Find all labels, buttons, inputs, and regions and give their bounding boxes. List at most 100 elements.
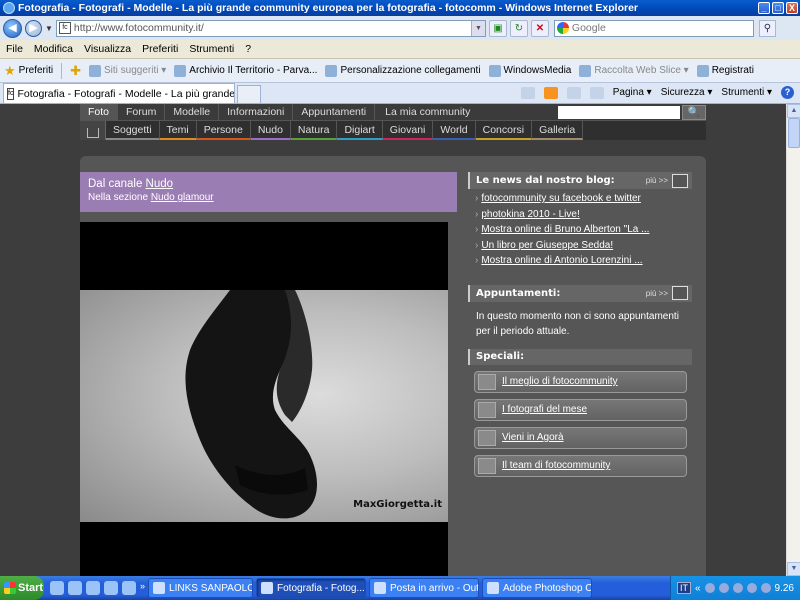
menu-preferiti[interactable]: Preferiti [142, 43, 178, 55]
history-dropdown-icon[interactable]: ▼ [45, 24, 53, 33]
outlook-icon [374, 582, 387, 594]
featured-photo[interactable]: MaxGiorgetta.it [80, 290, 448, 522]
scroll-up-icon[interactable]: ▲ [787, 104, 800, 118]
search-input[interactable]: Google [553, 19, 754, 37]
menu-file[interactable]: File [6, 43, 23, 55]
compatibility-icon[interactable]: ▣ [488, 19, 507, 37]
menu-sicurezza[interactable]: Sicurezza ▾ [661, 87, 713, 98]
photoshop-quicklaunch-icon[interactable] [122, 581, 136, 595]
taskbar-button-links[interactable]: LINKS SANPAOLO - ... [148, 578, 254, 598]
language-indicator[interactable]: IT [676, 582, 691, 594]
maximize-button[interactable]: □ [772, 2, 784, 14]
tray-icon[interactable] [732, 583, 743, 593]
blog-item[interactable]: photokina 2010 - Live! [475, 209, 692, 225]
start-button[interactable]: Start [0, 576, 44, 600]
tray-icon[interactable] [704, 583, 715, 593]
blog-item[interactable]: Un libro per Giuseppe Sedda! [475, 240, 692, 256]
fav-item-personalizzazione[interactable]: Personalizzazione collegamenti [325, 64, 481, 77]
menu-help[interactable]: ? [245, 43, 251, 55]
scroll-down-icon[interactable]: ▼ [787, 562, 800, 576]
nav-la-mia-community[interactable]: La mia community [385, 106, 470, 118]
nav-modelle[interactable]: Modelle [165, 104, 220, 120]
site-search-icon[interactable]: 🔍 [682, 104, 706, 120]
fav-item-windowsmedia[interactable]: WindowsMedia [488, 64, 571, 77]
minimize-button[interactable]: _ [758, 2, 770, 14]
special-button-fotografi[interactable]: I fotografi del mese [474, 398, 687, 421]
blog-item[interactable]: Mostra online di Bruno Alberton "La ... [475, 224, 692, 240]
nav-persone[interactable]: Persone [196, 121, 251, 140]
nav-natura[interactable]: Natura [290, 121, 338, 140]
media-quicklaunch-icon[interactable] [86, 581, 100, 595]
appuntamenti-more-link[interactable]: più >> [646, 286, 688, 300]
tray-icon[interactable] [760, 583, 771, 593]
refresh-button[interactable]: ↻ [509, 19, 528, 37]
nav-concorsi[interactable]: Concorsi [475, 121, 533, 140]
scroll-thumb[interactable] [788, 118, 800, 148]
home-icon [86, 127, 99, 138]
forward-button[interactable]: ▶ [25, 19, 42, 37]
address-field[interactable]: fc http://www.fotocommunity.it/ ▼ [55, 19, 486, 37]
blog-more-link[interactable]: più >> [646, 173, 688, 188]
tray-icon[interactable] [718, 583, 729, 593]
quicklaunch-more[interactable]: » [140, 581, 145, 595]
special-button-team[interactable]: Il team di fotocommunity [474, 454, 687, 477]
close-button[interactable]: X [786, 2, 798, 14]
special-button-meglio[interactable]: Il meglio di fotocommunity [474, 370, 687, 393]
desktop-quicklaunch-icon[interactable] [104, 581, 118, 595]
nav-nudo[interactable]: Nudo [250, 121, 291, 140]
nav-appuntamenti[interactable]: Appuntamenti [293, 104, 376, 120]
address-url[interactable]: http://www.fotocommunity.it/ [74, 22, 471, 34]
add-favorite-icon[interactable]: ✚ [70, 63, 81, 79]
stop-button[interactable]: ✕ [530, 19, 549, 37]
nav-temi[interactable]: Temi [159, 121, 197, 140]
special-button-agora[interactable]: Vieni in Agorà [474, 426, 687, 449]
taskbar-button-photoshop[interactable]: Adobe Photoshop CS4 [482, 578, 593, 598]
menu-modifica[interactable]: Modifica [34, 43, 73, 55]
secondary-nav: Soggetti Temi Persone Nudo Natura Digiar… [80, 120, 706, 140]
back-button[interactable]: ◀ [3, 18, 22, 38]
help-icon[interactable]: ? [781, 86, 794, 99]
nav-world[interactable]: World [433, 121, 476, 140]
rss-feed-icon[interactable] [543, 86, 558, 99]
nav-soggetti[interactable]: Soggetti [106, 121, 160, 140]
blog-item[interactable]: fotocommunity su facebook e twitter [475, 193, 692, 209]
quick-launch: » [50, 581, 145, 595]
menu-visualizza[interactable]: Visualizza [84, 43, 131, 55]
menu-strumenti-cmd[interactable]: Strumenti ▾ [721, 87, 772, 98]
mail-icon[interactable] [566, 86, 581, 99]
fav-item-archivio[interactable]: Archivio Il Territorio - Parva... [174, 64, 317, 77]
address-dropdown-icon[interactable]: ▼ [470, 20, 485, 36]
print-icon[interactable] [589, 86, 604, 99]
fav-item-registrati[interactable]: Registrati [696, 64, 754, 77]
taskbar-button-outlook[interactable]: Posta in arrivo - Outl... [369, 578, 480, 598]
channel-link-nudo[interactable]: Nudo [146, 178, 174, 190]
blog-item[interactable]: Mostra online di Antonio Lorenzini ... [475, 255, 692, 271]
nav-giovani[interactable]: Giovani [382, 121, 434, 140]
home-button[interactable] [80, 121, 106, 140]
home-icon[interactable] [520, 86, 535, 99]
tray-expand-icon[interactable]: « [695, 583, 701, 594]
blog-header: Le news dal nostro blog: più >> [468, 172, 692, 189]
ie-quicklaunch-icon[interactable] [50, 581, 64, 595]
nav-galleria[interactable]: Galleria [532, 121, 584, 140]
menu-pagina[interactable]: Pagina ▾ [613, 87, 652, 98]
nav-forum[interactable]: Forum [118, 104, 166, 120]
tab-fotocommunity[interactable]: fc Fotografia - Fotografi - Modelle - La… [3, 83, 235, 103]
nav-foto[interactable]: Foto [80, 104, 119, 120]
tray-icon[interactable] [746, 583, 757, 593]
menu-strumenti[interactable]: Strumenti [189, 43, 234, 55]
site-search-input[interactable] [558, 105, 680, 119]
search-icon[interactable]: ⚲ [758, 19, 776, 37]
outlook-quicklaunch-icon[interactable] [68, 581, 82, 595]
fav-item-web-slice[interactable]: Raccolta Web Slice ▾ [579, 64, 689, 77]
fav-item-siti-suggeriti[interactable]: Siti suggeriti ▾ [89, 64, 166, 77]
vertical-scrollbar[interactable]: ▲ ▼ [786, 104, 800, 576]
nav-informazioni[interactable]: Informazioni [219, 104, 294, 120]
nav-digiart[interactable]: Digiart [337, 121, 383, 140]
section-link-nudo-glamour[interactable]: Nudo glamour [151, 192, 214, 203]
favorites-button[interactable]: ★ Preferiti [4, 63, 53, 79]
new-tab-button[interactable] [237, 85, 261, 103]
group-icon [478, 457, 496, 474]
column-icon [478, 429, 496, 446]
taskbar-button-fotografia[interactable]: Fotografia - Fotog... [256, 578, 367, 598]
